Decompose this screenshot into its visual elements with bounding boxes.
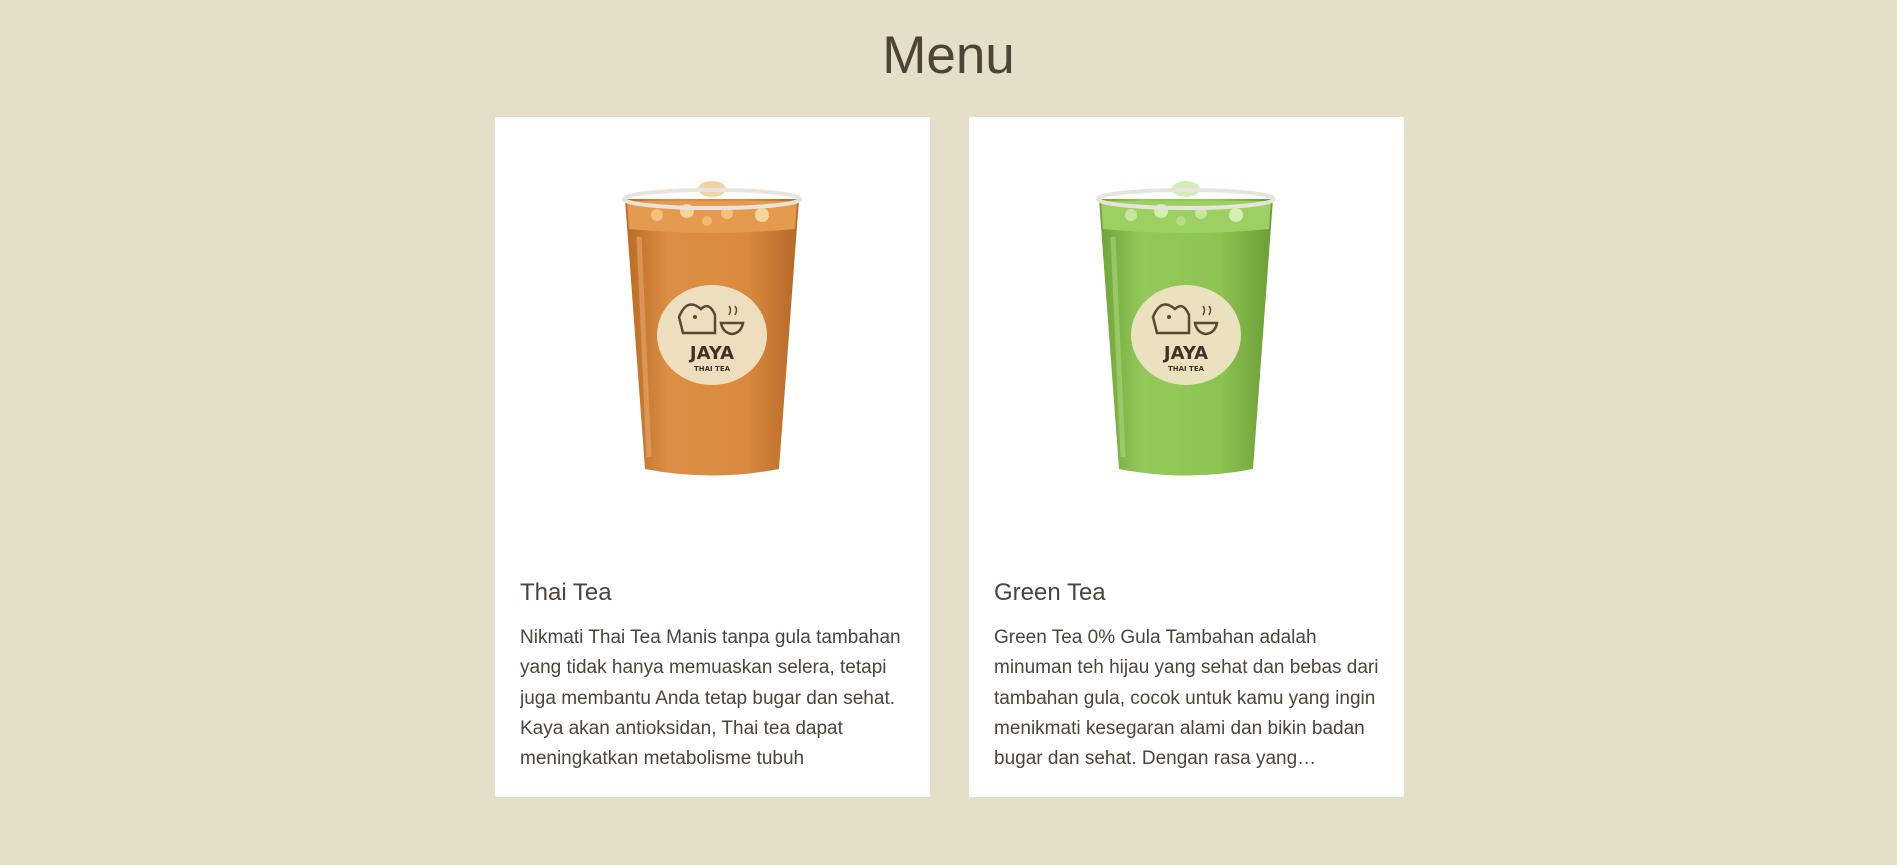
menu-card-thai-tea[interactable]: JAYA THAI TEA Thai Tea Nikmati Thai Tea … <box>495 117 930 797</box>
card-description: Green Tea 0% Gula Tambahan adalah minuma… <box>994 627 1379 770</box>
svg-text:JAYA: JAYA <box>1162 343 1208 364</box>
card-title: Thai Tea <box>520 579 612 606</box>
svg-text:THAI TEA: THAI TEA <box>1168 365 1205 373</box>
card-title: Green Tea <box>994 579 1106 606</box>
svg-text:JAYA: JAYA <box>688 343 734 364</box>
product-image: JAYA THAI TEA <box>969 177 1404 547</box>
svg-text:THAI TEA: THAI TEA <box>694 365 731 373</box>
thai-tea-cup-icon: JAYA THAI TEA <box>622 181 802 476</box>
page-title: Menu <box>882 26 1015 85</box>
menu-card-green-tea[interactable]: JAYA THAI TEA Green Tea Green Tea 0% Gul… <box>969 117 1404 797</box>
card-description: Nikmati Thai Tea Manis tanpa gula tambah… <box>520 627 901 770</box>
product-image: JAYA THAI TEA <box>495 177 930 547</box>
green-tea-cup-icon: JAYA THAI TEA <box>1096 181 1276 476</box>
menu-card-list: JAYA THAI TEA Thai Tea Nikmati Thai Tea … <box>495 117 1404 797</box>
